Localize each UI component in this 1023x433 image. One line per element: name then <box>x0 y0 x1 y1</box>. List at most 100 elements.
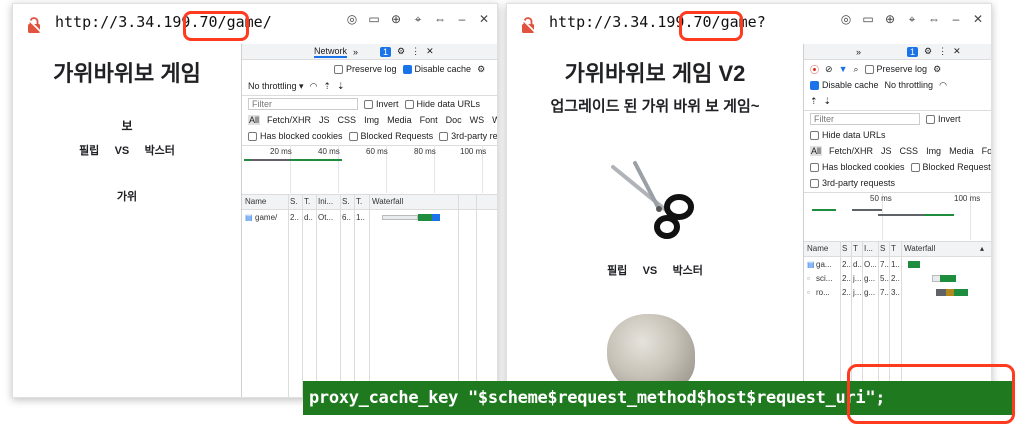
type-filter-css[interactable]: CSS <box>337 115 358 125</box>
screen-icon[interactable]: ▭ <box>861 12 875 27</box>
col-waterfall[interactable]: Waterfall <box>904 244 935 253</box>
table-row[interactable]: ▫ sci... 2.. j... g... 5.. 2.. <box>804 272 991 285</box>
col-status[interactable]: S <box>842 244 847 253</box>
hide-data-urls-checkbox[interactable]: Hide data URLs <box>810 130 886 141</box>
export-icon[interactable]: ⇣ <box>824 96 832 107</box>
col-name[interactable]: Name <box>807 244 828 253</box>
col-time[interactable]: T. <box>356 197 362 206</box>
throttling-select[interactable]: No throttling <box>885 80 934 90</box>
record-icon[interactable]: ⦿ <box>810 63 819 76</box>
not-secure-icon[interactable] <box>519 16 537 34</box>
wifi-icon[interactable]: ◠ <box>939 80 947 91</box>
request-initiator: Ot... <box>318 213 334 222</box>
tick-label: 80 ms <box>414 147 436 156</box>
type-filter-all[interactable]: All <box>248 115 261 125</box>
devtools-close-icon[interactable]: ✕ <box>426 46 434 57</box>
type-filter-img[interactable]: Img <box>925 146 942 156</box>
third-party-checkbox[interactable]: 3rd-party requests <box>810 178 895 189</box>
tab-network[interactable]: Network <box>314 46 348 58</box>
col-size[interactable]: S <box>880 244 885 253</box>
type-filter-all[interactable]: All <box>810 146 823 156</box>
search-icon[interactable]: ⌕ <box>853 64 858 75</box>
crosshair-icon[interactable]: ⌖ <box>411 12 425 27</box>
blocked-cookies-checkbox[interactable]: Has blocked cookies <box>248 131 343 142</box>
invert-checkbox[interactable]: Invert <box>364 99 399 110</box>
export-icon[interactable]: ⇣ <box>337 81 345 92</box>
gear-icon[interactable]: ⚙ <box>477 64 485 75</box>
minimize-icon[interactable]: – <box>949 12 963 27</box>
issues-badge[interactable]: 1 <box>907 46 919 57</box>
timeline-bar <box>812 209 836 211</box>
overview-timeline[interactable]: 20 ms 40 ms 60 ms 80 ms 100 ms <box>242 145 497 193</box>
table-row[interactable]: ▤ game/ 2.. d.. Ot... 6.. 1.. <box>242 211 497 225</box>
kebab-menu-icon[interactable]: ⋮ <box>411 46 420 57</box>
sort-caret-icon[interactable]: ▴ <box>980 244 984 253</box>
settings-icon[interactable]: ⚙ <box>924 46 932 57</box>
globe-icon[interactable]: ⊕ <box>389 12 403 27</box>
import-icon[interactable]: ⇡ <box>323 81 331 92</box>
col-time[interactable]: T <box>891 244 896 253</box>
filter-input[interactable]: Filter <box>810 113 920 125</box>
settings-icon[interactable]: ⚙ <box>397 46 405 57</box>
type-filter-media[interactable]: Media <box>948 146 975 156</box>
close-icon[interactable]: ✕ <box>971 12 985 27</box>
gear-icon[interactable]: ⚙ <box>933 64 941 75</box>
disable-cache-checkbox[interactable]: Disable cache <box>402 64 471 75</box>
more-tabs-icon[interactable]: » <box>353 47 358 57</box>
camera-icon[interactable]: ◎ <box>839 12 853 27</box>
invert-checkbox[interactable]: Invert <box>926 114 961 125</box>
camera-icon[interactable]: ◎ <box>345 12 359 27</box>
type-filter-fetch-xhr[interactable]: Fetch/XHR <box>266 115 312 125</box>
throttling-select[interactable]: No throttling ▾ <box>248 81 304 92</box>
disable-cache-checkbox[interactable]: Disable cache <box>810 80 879 91</box>
clear-icon[interactable]: ⊘ <box>825 64 833 75</box>
expand-icon[interactable]: ⇔ <box>433 12 447 27</box>
devtools-close-icon[interactable]: ✕ <box>953 46 961 57</box>
minimize-icon[interactable]: – <box>455 12 469 27</box>
not-secure-icon[interactable] <box>25 16 43 34</box>
preserve-log-checkbox[interactable]: Preserve log <box>334 64 397 75</box>
col-status[interactable]: S. <box>290 197 298 206</box>
wifi-icon[interactable]: ◠ <box>310 81 318 92</box>
type-filter-js[interactable]: JS <box>880 146 893 156</box>
blocked-cookies-checkbox[interactable]: Has blocked cookies <box>810 162 905 173</box>
expand-icon[interactable]: ⇔ <box>927 12 941 27</box>
col-initiator[interactable]: I... <box>864 244 873 253</box>
issues-badge[interactable]: 1 <box>380 46 392 57</box>
type-filter-wasm[interactable]: Wasm <box>491 115 497 125</box>
type-filter-font[interactable]: Font <box>419 115 439 125</box>
preserve-log-checkbox[interactable]: Preserve log <box>864 64 927 75</box>
import-icon[interactable]: ⇡ <box>810 96 818 107</box>
col-name[interactable]: Name <box>245 197 266 206</box>
type-filter-img[interactable]: Img <box>363 115 380 125</box>
type-filter-css[interactable]: CSS <box>899 146 920 156</box>
blocked-requests-checkbox[interactable]: Blocked Requests <box>910 162 991 173</box>
screen-icon[interactable]: ▭ <box>367 12 381 27</box>
request-name: ga... <box>816 260 832 269</box>
overview-timeline[interactable]: 50 ms 100 ms <box>804 192 991 240</box>
blocked-requests-checkbox[interactable]: Blocked Requests <box>348 131 433 142</box>
filter-input[interactable]: Filter <box>248 98 358 110</box>
kebab-menu-icon[interactable]: ⋮ <box>938 46 947 57</box>
crosshair-icon[interactable]: ⌖ <box>905 12 919 27</box>
col-size[interactable]: S. <box>342 197 350 206</box>
table-row[interactable]: ▫ ro... 2.. j... g... 7.. 3.. <box>804 286 991 299</box>
hide-data-urls-checkbox[interactable]: Hide data URLs <box>404 99 480 110</box>
devtools-panel: Network » 1 ⚙ ⋮ ✕ Preserve log Disable c… <box>241 44 497 397</box>
filter-icon[interactable]: ▼ <box>839 64 848 74</box>
col-type[interactable]: T. <box>304 197 310 206</box>
type-filter-js[interactable]: JS <box>318 115 331 125</box>
table-row[interactable]: ▤ ga... 2.. d.. O... 7.. 1.. <box>804 258 991 271</box>
col-type[interactable]: T <box>853 244 858 253</box>
third-party-checkbox[interactable]: 3rd-party requests <box>439 131 497 142</box>
type-filter-ws[interactable]: WS <box>469 115 486 125</box>
type-filter-fetch-xhr[interactable]: Fetch/XHR <box>828 146 874 156</box>
close-icon[interactable]: ✕ <box>477 12 491 27</box>
globe-icon[interactable]: ⊕ <box>883 12 897 27</box>
type-filter-media[interactable]: Media <box>386 115 413 125</box>
col-initiator[interactable]: Ini... <box>318 197 333 206</box>
col-waterfall[interactable]: Waterfall <box>372 197 403 206</box>
type-filter-doc[interactable]: Doc <box>445 115 463 125</box>
type-filter-font[interactable]: Font <box>981 146 991 156</box>
more-tabs-icon[interactable]: » <box>856 47 861 57</box>
